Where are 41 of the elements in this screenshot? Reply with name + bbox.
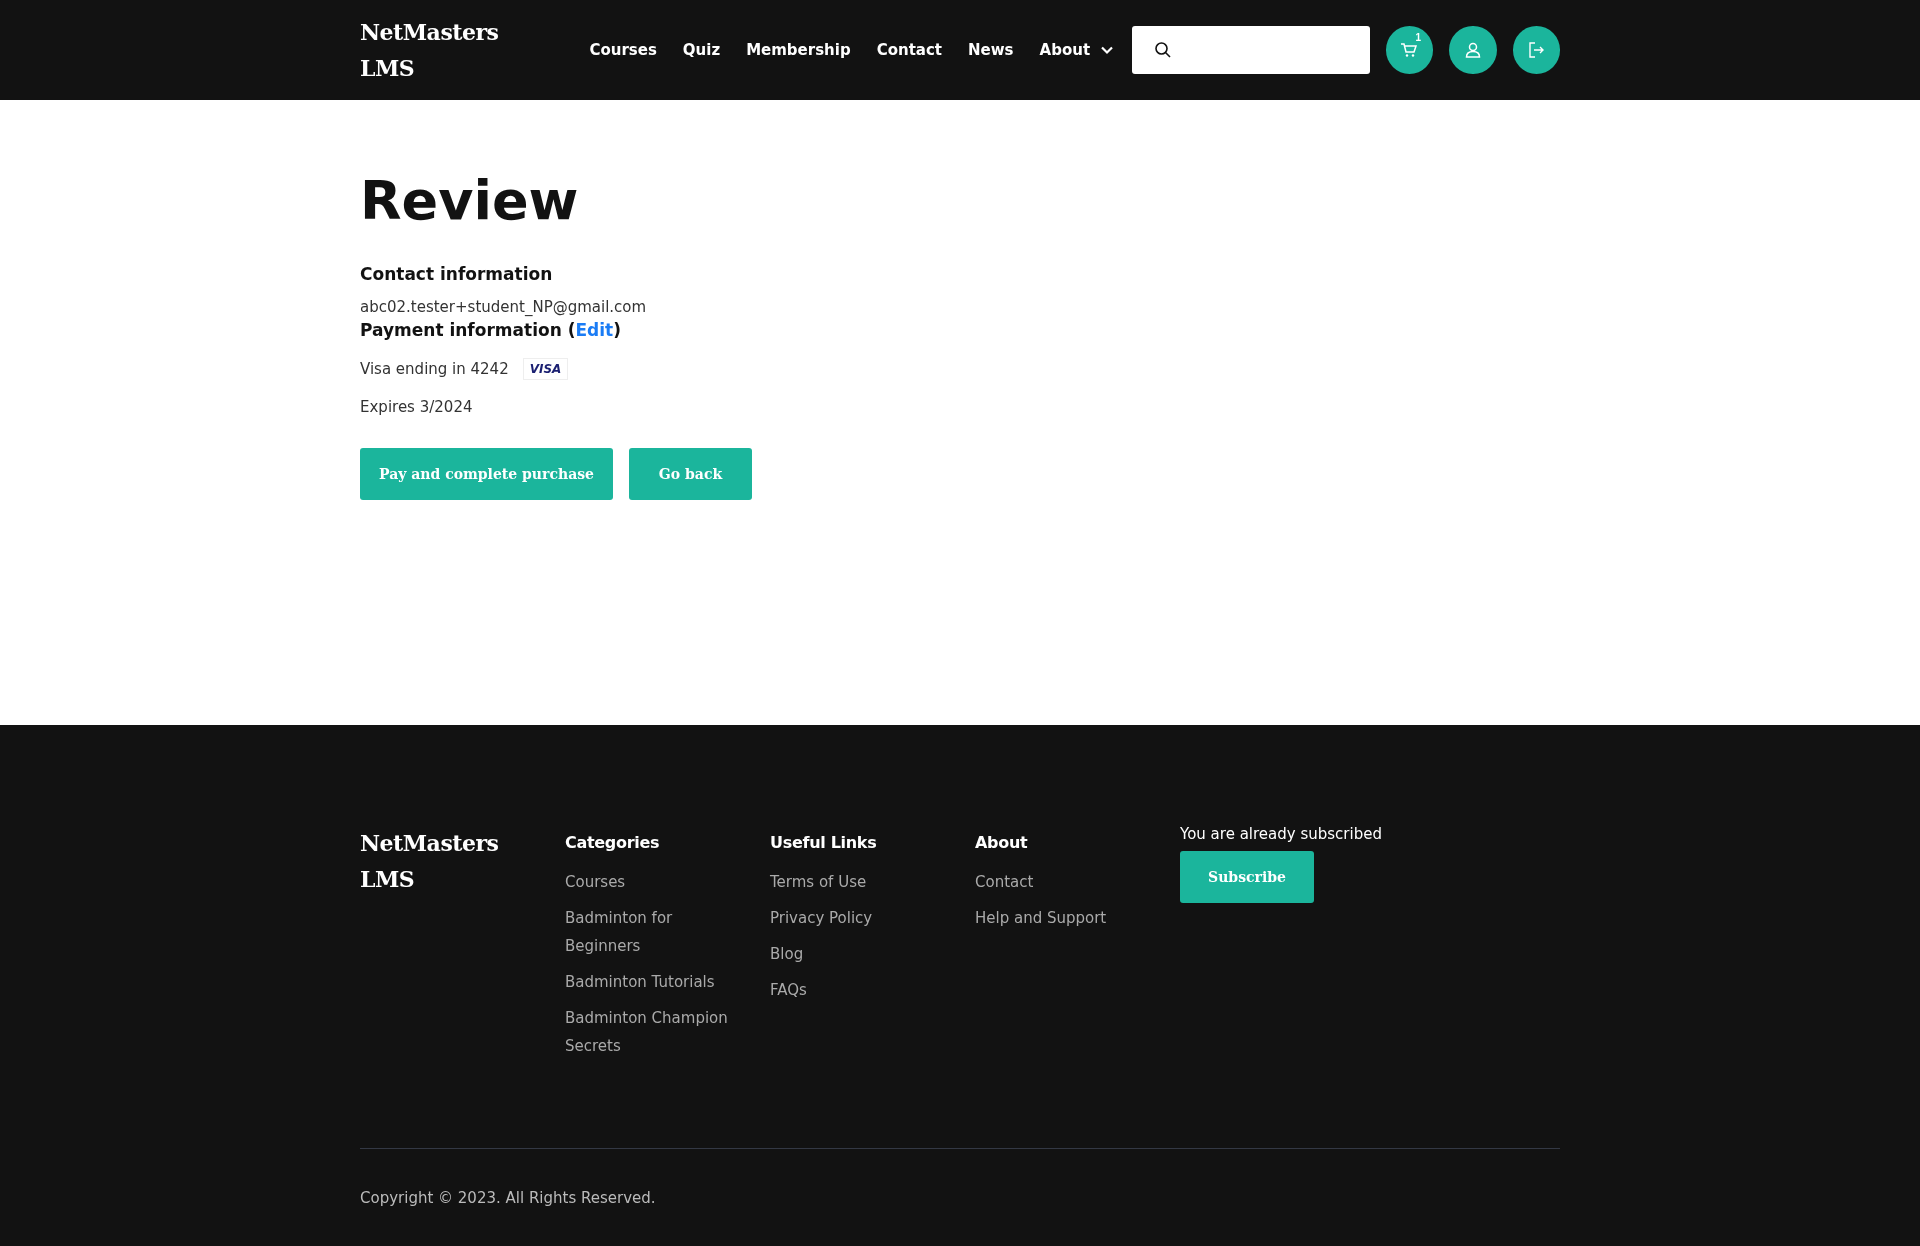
column-heading: About xyxy=(975,833,1029,852)
page-title: Review xyxy=(360,174,580,228)
card-brand-logo: VISA xyxy=(522,358,569,380)
logout-button[interactable] xyxy=(1512,26,1561,74)
search-field[interactable] xyxy=(1132,26,1370,74)
user-icon xyxy=(1463,41,1482,59)
footer-link[interactable]: Blog xyxy=(770,940,940,968)
footer-link[interactable]: Contact xyxy=(975,868,1145,896)
card-text: Visa ending in 4242 xyxy=(360,360,509,378)
nav-link[interactable]: Contact xyxy=(876,41,943,59)
footer-link[interactable]: Badminton Champion Secrets xyxy=(565,1004,735,1060)
nav-link[interactable]: News xyxy=(968,41,1014,59)
copyright-text: Copyright © 2023. All Rights Reserved. xyxy=(360,1189,657,1207)
footer-link[interactable]: Badminton Tutorials xyxy=(565,968,735,996)
search-icon xyxy=(1154,41,1173,59)
cart-count-text: 1 xyxy=(1415,32,1422,43)
nav-link[interactable]: About xyxy=(1039,41,1115,59)
cart-icon xyxy=(1400,41,1419,59)
nav-link[interactable]: Membership xyxy=(746,41,851,59)
column-heading: Useful Links xyxy=(770,833,878,852)
footer-link[interactable]: Terms of Use xyxy=(770,868,940,896)
logo-text[interactable]: LMS xyxy=(360,861,565,897)
section-heading: Payment information (Edit) xyxy=(360,320,622,340)
nav-link[interactable]: Quiz xyxy=(682,41,721,59)
column-heading: Categories xyxy=(565,833,661,852)
logo-text[interactable]: NetMasters xyxy=(360,14,590,50)
footer-link[interactable]: Help and Support xyxy=(975,904,1145,932)
footer-link[interactable]: Privacy Policy xyxy=(770,904,940,932)
logout-icon xyxy=(1527,41,1546,59)
footer-link[interactable]: Badminton for Beginners xyxy=(565,904,735,960)
section-heading: Contact information xyxy=(360,264,554,284)
expiry-text: Expires 3/2024 xyxy=(360,398,474,416)
logo-text[interactable]: NetMasters xyxy=(360,825,565,861)
logo-text[interactable]: LMS xyxy=(360,50,590,86)
edit-link[interactable]: Edit xyxy=(575,320,614,340)
footer-link[interactable]: FAQs xyxy=(770,976,940,1004)
account-button[interactable] xyxy=(1449,26,1497,74)
nav-link[interactable]: Courses xyxy=(589,41,657,59)
email-text: abc02.tester+student_NP@gmail.com xyxy=(360,298,648,316)
footer-link[interactable]: Courses xyxy=(565,868,735,896)
subscription-status-text: You are already subscribed xyxy=(1180,825,1383,843)
